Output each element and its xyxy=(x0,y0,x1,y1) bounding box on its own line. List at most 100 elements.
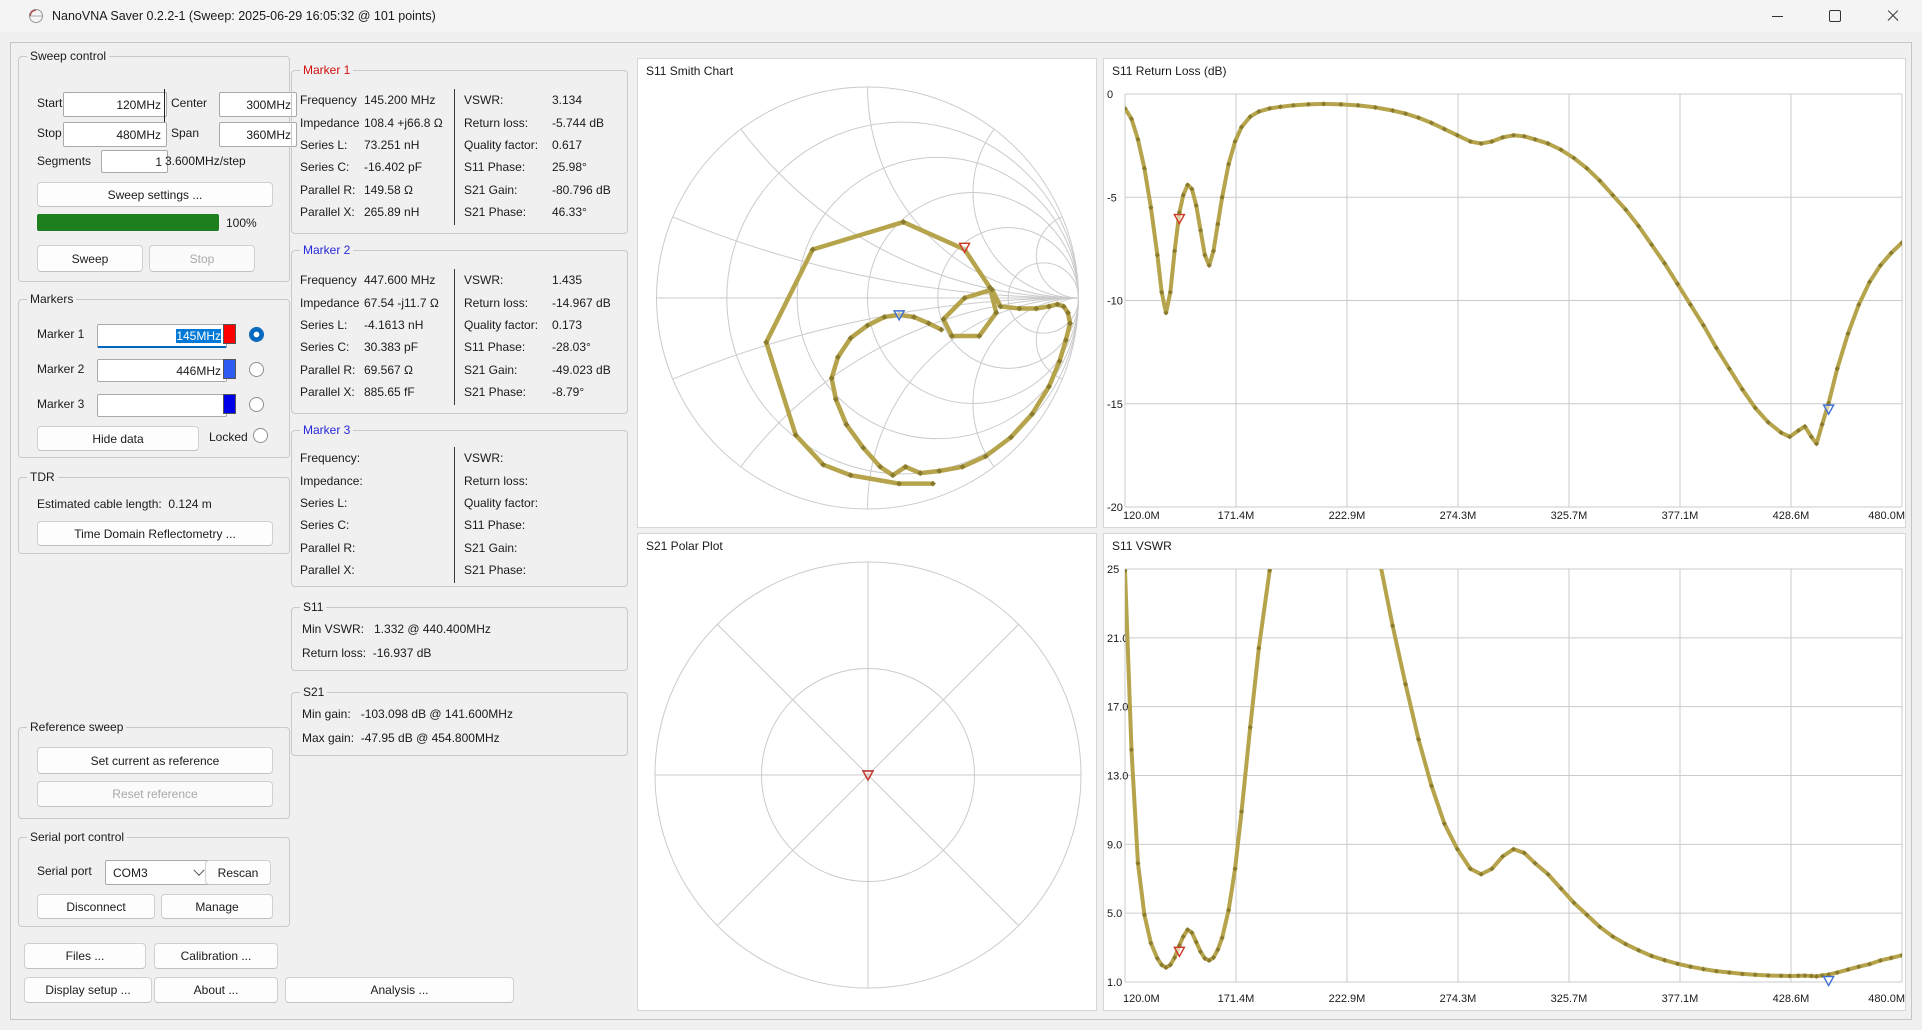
svg-text:0: 0 xyxy=(1107,89,1113,101)
marker3-input[interactable] xyxy=(97,394,227,417)
reset-reference-button[interactable]: Reset reference xyxy=(37,781,273,807)
progress-percent: 100% xyxy=(226,216,257,230)
locked-radio[interactable] xyxy=(253,428,268,443)
marker1-input[interactable]: 145MHz xyxy=(97,324,227,348)
marker-data-row: Parallel R: 69.567 Ω xyxy=(300,362,414,377)
vswr-trace xyxy=(1125,569,1902,979)
svg-text:222.9M: 222.9M xyxy=(1329,510,1366,522)
cable-length-text: Estimated cable length: 0.124 m xyxy=(37,497,212,511)
smith-chart-panel[interactable]: S11 Smith Chart xyxy=(637,58,1097,528)
smith-grid xyxy=(656,86,1080,510)
serial-port-group: Serial port control Serial port COM3 Res… xyxy=(18,830,290,927)
center-input[interactable]: 300MHz xyxy=(219,92,297,117)
s11-summary-panel: S11 Min VSWR: 1.332 @ 440.400MHz Return … xyxy=(291,600,628,671)
marker3-label: Marker 3 xyxy=(37,397,85,411)
display-setup-button[interactable]: Display setup ... xyxy=(24,977,152,1003)
window-title: NanoVNA Saver 0.2.2-1 (Sweep: 2025-06-29… xyxy=(52,9,436,23)
marker-data-row: Return loss: xyxy=(464,473,529,488)
svg-text:9.0: 9.0 xyxy=(1107,839,1122,851)
close-button[interactable] xyxy=(1864,0,1922,32)
marker1-right-column: VSWR: 3.134 Return loss: -5.744 dB Quality f… xyxy=(464,89,622,223)
files-button[interactable]: Files ... xyxy=(24,943,146,969)
marker-data-row: Parallel X: 265.89 nH xyxy=(300,205,420,220)
marker-data-row: S11 Phase: xyxy=(464,518,526,533)
marker-data-row: Series L: xyxy=(300,495,348,510)
svg-text:480.0M: 480.0M xyxy=(1868,510,1905,522)
maximize-icon xyxy=(1829,10,1841,22)
svg-text:-20: -20 xyxy=(1107,502,1123,514)
analysis-button[interactable]: Analysis ... xyxy=(285,977,514,1003)
s21-summary-panel: S21 Min gain: -103.098 dB @ 141.600MHz M… xyxy=(291,685,628,756)
reference-sweep-group: Reference sweep Set current as reference… xyxy=(18,720,290,819)
reference-sweep-title: Reference sweep xyxy=(27,720,127,734)
svg-text:274.3M: 274.3M xyxy=(1440,993,1477,1005)
serial-port-select[interactable]: COM3 xyxy=(105,860,211,885)
marker1-color-swatch[interactable] xyxy=(223,324,236,344)
return-loss-chart-panel[interactable]: S11 Return Loss (dB) 0 -5 -10 -15 -20 120.0M 1… xyxy=(1103,58,1906,528)
titlebar: NanoVNA Saver 0.2.2-1 (Sweep: 2025-06-29… xyxy=(0,0,1922,32)
about-button[interactable]: About ... xyxy=(154,977,278,1003)
tdr-button[interactable]: Time Domain Reflectometry ... xyxy=(37,521,273,546)
marker-data-row: VSWR: 1.435 xyxy=(464,273,583,288)
marker2-label: Marker 2 xyxy=(37,362,85,376)
marker-data-row: S21 Phase: -8.79° xyxy=(464,385,585,400)
svg-text:480.0M: 480.0M xyxy=(1868,993,1905,1005)
serial-port-label: Serial port xyxy=(37,864,92,878)
stop-input[interactable]: 480MHz xyxy=(63,122,167,147)
marker-data-row: Frequency 447.600 MHz xyxy=(300,273,436,288)
svg-text:-5: -5 xyxy=(1107,192,1117,204)
marker-data-row: Quality factor: xyxy=(464,495,539,510)
chevron-down-icon xyxy=(193,864,205,876)
vswr-chart-panel[interactable]: S11 VSWR 25 21.0 17.0 13.0 9.0 5.0 1.0 120.0M 17… xyxy=(1103,533,1906,1011)
manage-button[interactable]: Manage xyxy=(161,894,273,919)
marker3-panel-title: Marker 3 xyxy=(300,423,354,437)
marker-data-row: Return loss: -14.967 dB xyxy=(464,295,611,310)
marker-data-row: Impedance: xyxy=(300,473,363,488)
set-reference-button[interactable]: Set current as reference xyxy=(37,747,273,774)
hide-data-button[interactable]: Hide data xyxy=(37,426,199,451)
sweep-button[interactable]: Sweep xyxy=(37,245,143,272)
disconnect-button[interactable]: Disconnect xyxy=(37,894,155,919)
rescan-button[interactable]: Rescan xyxy=(205,860,271,885)
svg-text:17.0: 17.0 xyxy=(1107,702,1128,714)
marker3-radio[interactable] xyxy=(249,397,264,412)
calibration-button[interactable]: Calibration ... xyxy=(154,943,278,969)
marker1-radio[interactable] xyxy=(249,327,264,342)
minimize-button[interactable] xyxy=(1748,0,1806,32)
marker-data-row: S21 Phase: 46.33° xyxy=(464,205,587,220)
markers-title: Markers xyxy=(27,292,77,306)
markers-group: Markers Marker 1 145MHz Marker 2 446MHz … xyxy=(18,292,290,458)
svg-text:-10: -10 xyxy=(1107,296,1123,308)
return_loss-chart-canvas[interactable]: 0 -5 -10 -15 -20120.0M 171.4M 222.9M 274.3M 325.… xyxy=(1104,59,1905,527)
span-input[interactable]: 360MHz xyxy=(219,122,297,147)
svg-text:21.0: 21.0 xyxy=(1107,633,1128,645)
marker1-panel-title: Marker 1 xyxy=(300,63,354,77)
marker2-color-swatch[interactable] xyxy=(223,359,236,379)
marker3-color-swatch[interactable] xyxy=(223,394,236,414)
marker3-data-panel: Marker 3 Frequency: Impedance: Series L: Se… xyxy=(291,423,628,587)
stop-button[interactable]: Stop xyxy=(149,245,255,272)
start-label: Start xyxy=(37,96,63,110)
marker3-left-column: Frequency: Impedance: Series L: Series C: Pa… xyxy=(300,447,450,581)
polar-chart-canvas[interactable] xyxy=(638,534,1096,1010)
smith-chart-canvas[interactable] xyxy=(638,59,1096,527)
start-input[interactable]: 120MHz xyxy=(63,92,167,117)
marker2-input[interactable]: 446MHz xyxy=(97,359,227,382)
vswr-chart-canvas[interactable]: 25 21.0 17.0 13.0 9.0 5.0 1.0120.0M 171.4M 222.9… xyxy=(1104,534,1905,1010)
marker2-radio[interactable] xyxy=(249,362,264,377)
marker2-triangle xyxy=(1822,975,1835,988)
s21-summary-title: S21 xyxy=(300,685,328,699)
marker-data-row: Parallel R: xyxy=(300,540,356,555)
s11-return-loss-text: Return loss: -16.937 dB xyxy=(302,646,432,660)
segments-input[interactable]: 1 xyxy=(101,150,168,173)
marker-data-row: S21 Gain: -49.023 dB xyxy=(464,362,611,377)
marker-data-row: Series C: 30.383 pF xyxy=(300,340,419,355)
maximize-button[interactable] xyxy=(1806,0,1864,32)
return_loss-axis-labels: 0 -5 -10 -15 -20120.0M 171.4M 222.9M 274.3M 325.… xyxy=(1107,89,1905,522)
polar-chart-panel[interactable]: S21 Polar Plot xyxy=(637,533,1097,1011)
svg-text:13.0: 13.0 xyxy=(1107,771,1128,783)
marker-data-row: Frequency: xyxy=(300,451,361,466)
sweep-settings-button[interactable]: Sweep settings ... xyxy=(37,182,273,207)
marker1-panel-divider xyxy=(454,89,455,225)
marker1-data-panel: Marker 1 Frequency 145.200 MHz Impedance 10… xyxy=(291,63,628,234)
